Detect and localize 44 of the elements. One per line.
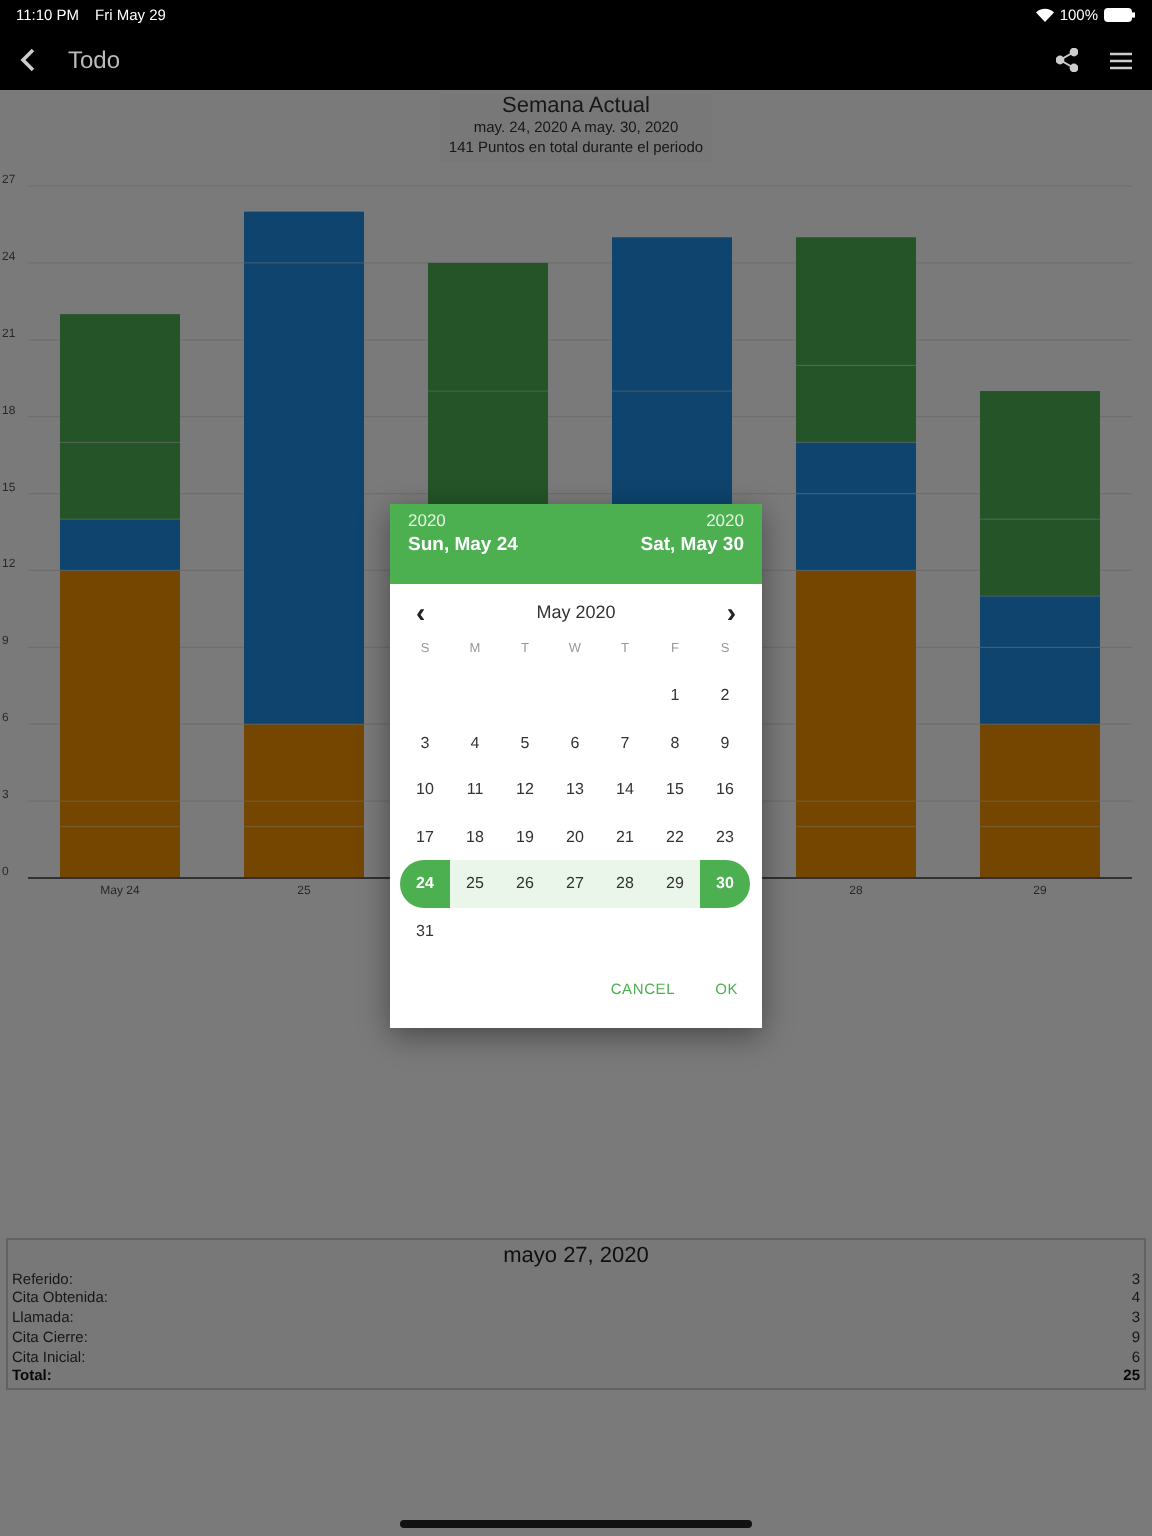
calendar-day[interactable]: 13 xyxy=(550,766,600,813)
calendar-day[interactable]: 9 xyxy=(700,719,750,766)
wifi-icon xyxy=(1035,8,1054,22)
calendar-day[interactable]: 15 xyxy=(650,766,700,813)
calendar-day[interactable]: 19 xyxy=(500,813,550,860)
calendar-day[interactable]: 16 xyxy=(700,766,750,813)
calendar-day[interactable]: 29 xyxy=(650,860,700,907)
calendar-day[interactable]: 5 xyxy=(500,719,550,766)
calendar-day[interactable]: 6 xyxy=(550,719,600,766)
share-icon[interactable] xyxy=(1056,48,1078,72)
next-month-button[interactable]: › xyxy=(718,598,744,626)
chart-title: Semana Actual xyxy=(502,94,650,118)
previous-month-button[interactable]: ‹ xyxy=(408,598,434,626)
battery-icon xyxy=(1104,8,1136,22)
start-date: Sun, May 24 xyxy=(408,532,518,560)
calendar-day[interactable]: 12 xyxy=(500,766,550,813)
calendar-day[interactable]: 4 xyxy=(450,719,500,766)
calendar-day[interactable]: 21 xyxy=(600,813,650,860)
calendar-day[interactable]: 8 xyxy=(650,719,700,766)
end-date: Sat, May 30 xyxy=(640,532,744,560)
calendar-day[interactable]: 7 xyxy=(600,719,650,766)
back-icon[interactable] xyxy=(20,48,36,72)
calendar-day[interactable]: 1 xyxy=(650,672,700,719)
month-title: May 2020 xyxy=(536,602,616,622)
calendar-day[interactable]: 31 xyxy=(400,907,450,954)
calendar-day[interactable]: 28 xyxy=(600,860,650,907)
calendar-day[interactable]: 25 xyxy=(450,860,500,907)
calendar-day[interactable]: 11 xyxy=(450,766,500,813)
end-year: 2020 xyxy=(706,508,744,532)
calendar-day[interactable]: 20 xyxy=(550,813,600,860)
calendar-day[interactable]: 18 xyxy=(450,813,500,860)
calendar-day[interactable]: 27 xyxy=(550,860,600,907)
calendar-day[interactable]: 26 xyxy=(500,860,550,907)
calendar-day[interactable]: 2 xyxy=(700,672,750,719)
calendar-day[interactable]: 17 xyxy=(400,813,450,860)
start-year: 2020 xyxy=(408,508,448,532)
calendar-day[interactable]: 22 xyxy=(650,813,700,860)
calendar-day[interactable]: 23 xyxy=(700,813,750,860)
menu-icon[interactable] xyxy=(1110,51,1132,69)
summary-title: mayo 27, 2020 xyxy=(501,1243,651,1268)
nav-title: Todo xyxy=(68,46,123,74)
calendar-day[interactable]: 3 xyxy=(400,719,450,766)
calendar-day[interactable]: 10 xyxy=(400,766,450,813)
calendar-day[interactable]: 14 xyxy=(600,766,650,813)
